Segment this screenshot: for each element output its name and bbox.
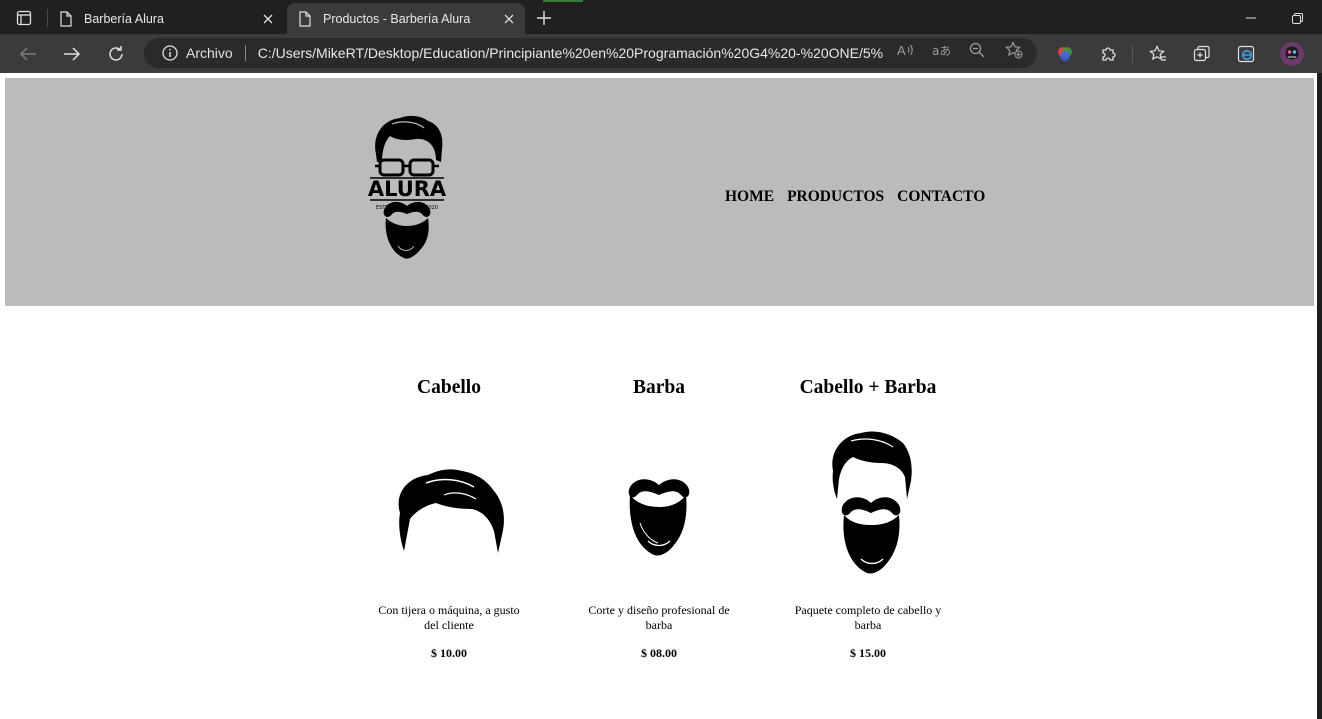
address-divider — [244, 45, 246, 61]
tab-actions-button[interactable] — [8, 4, 40, 32]
tab-title: Barbería Alura — [84, 11, 164, 26]
restore-icon — [1291, 12, 1303, 24]
puzzle-icon — [1102, 47, 1116, 61]
minimize-icon — [1246, 17, 1256, 19]
main-nav: HOME PRODUCTOS CONTACTO — [725, 188, 985, 206]
window-edge — [1317, 73, 1322, 719]
beard-icon — [628, 479, 690, 556]
toolbar-separator — [1132, 45, 1133, 63]
profile-button[interactable] — [1278, 40, 1306, 68]
extension-color-button[interactable] — [1051, 40, 1079, 68]
back-arrow-icon — [19, 47, 36, 61]
color-wheel-icon — [1058, 47, 1072, 61]
nav-productos-link[interactable]: PRODUCTOS — [787, 188, 884, 206]
svg-text:aあ: aあ — [932, 44, 950, 58]
product-list: Cabello Con tijera o máquina, a gusto de… — [0, 373, 1317, 663]
add-favorite-icon[interactable] — [1005, 41, 1023, 59]
alura-logo[interactable]: ALURA ESTD 2020 — [362, 114, 452, 264]
read-aloud-icon[interactable]: A — [897, 41, 915, 59]
nav-contacto-link[interactable]: CONTACTO — [897, 188, 985, 206]
hair-beard-icon — [832, 431, 912, 574]
extensions-button[interactable] — [1095, 40, 1123, 68]
minimize-button[interactable] — [1236, 6, 1266, 30]
product-price: $ 08.00 — [641, 646, 677, 660]
collections-button[interactable] — [1188, 40, 1216, 68]
site-header: ALURA ESTD 2020 HOME PRODUCTOS CONTACTO — [5, 78, 1314, 306]
close-tab-icon[interactable] — [499, 9, 519, 29]
product-description: Paquete completo de cabello y barba — [794, 603, 942, 632]
product-card-cabello-barba: Cabello + Barba Paquete completo de cabe… — [783, 373, 953, 661]
product-card-barba: Barba Corte y diseño profesional de barb… — [574, 373, 744, 661]
refresh-icon — [109, 46, 123, 61]
tab-title: Productos - Barbería Alura — [323, 11, 471, 26]
avatar — [1280, 42, 1304, 66]
back-button[interactable] — [14, 40, 42, 68]
product-description: Corte y diseño profesional de barba — [588, 603, 730, 632]
tab-barberia-alura[interactable]: Barbería Alura — [48, 3, 284, 34]
favorites-button[interactable] — [1144, 40, 1172, 68]
close-tab-icon[interactable] — [258, 9, 278, 29]
product-description: Con tijera o máquina, a gusto del client… — [378, 603, 520, 632]
tab-strip: Barbería Alura Productos - Barbería Alur… — [0, 0, 1322, 34]
translate-icon[interactable]: aあ — [932, 41, 950, 59]
refresh-button[interactable] — [102, 40, 130, 68]
product-price: $ 15.00 — [850, 646, 886, 660]
hair-icon — [398, 469, 504, 553]
product-title: Cabello — [417, 377, 481, 398]
ie-mode-button[interactable] — [1232, 40, 1260, 68]
product-card-cabello: Cabello Con tijera o máquina, a gusto de… — [364, 373, 534, 661]
ie-mode-icon — [1237, 45, 1255, 63]
page-icon — [297, 10, 313, 27]
page-viewport: ALURA ESTD 2020 HOME PRODUCTOS CONTACTO … — [0, 73, 1317, 719]
info-icon[interactable] — [162, 45, 178, 61]
zoom-out-icon[interactable] — [968, 41, 986, 59]
tab-actions-icon — [16, 10, 32, 26]
restore-button[interactable] — [1282, 6, 1312, 30]
forward-button[interactable] — [58, 40, 86, 68]
product-title: Barba — [632, 377, 685, 398]
nav-home-link[interactable]: HOME — [725, 188, 774, 206]
product-title: Cabello + Barba — [799, 377, 937, 398]
tab-indicator — [543, 0, 583, 2]
forward-arrow-icon — [64, 47, 81, 61]
collections-icon — [1193, 45, 1210, 62]
svg-text:A: A — [897, 43, 906, 58]
url-text[interactable]: C:/Users/MikeRT/Desktop/Education/Princi… — [258, 45, 883, 61]
favorites-star-icon — [1149, 45, 1166, 61]
product-price: $ 10.00 — [431, 646, 467, 660]
site-label: Archivo — [186, 45, 233, 61]
new-tab-button[interactable] — [532, 6, 556, 30]
tab-productos[interactable]: Productos - Barbería Alura — [287, 3, 525, 34]
page-icon — [58, 10, 74, 27]
browser-toolbar: Archivo C:/Users/MikeRT/Desktop/Educatio… — [0, 34, 1322, 73]
plus-icon — [537, 11, 551, 25]
logo-text: ALURA — [368, 177, 447, 201]
